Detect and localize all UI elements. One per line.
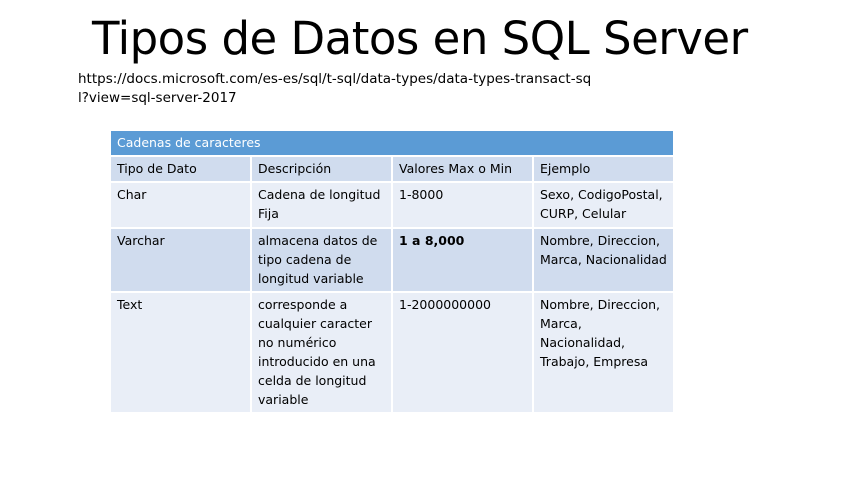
table-row: Char Cadena de longitud Fija 1-8000 Sexo… <box>109 181 676 229</box>
cell-ejemplo: Sexo, CodigoPostal, CURP, Celular <box>531 181 676 229</box>
cell-descripcion: Cadena de longitud Fija <box>250 181 393 229</box>
table-row: Text corresponde a cualquier caracter no… <box>109 291 676 414</box>
cell-descripcion: almacena datos de tipo cadena de longitu… <box>250 227 393 293</box>
reference-link[interactable]: https://docs.microsoft.com/es-es/sql/t-s… <box>78 70 598 108</box>
header-valores: Valores Max o Min <box>391 155 534 183</box>
header-tipo: Tipo de Dato <box>109 155 252 183</box>
table-caption: Cadenas de caracteres <box>108 129 676 157</box>
cell-ejemplo: Nombre, Direccion, Marca, Nacionalidad, … <box>531 291 676 414</box>
data-types-table: Cadenas de caracteres Tipo de Dato Descr… <box>108 129 676 414</box>
header-descripcion: Descripción <box>250 155 393 183</box>
table-row: Varchar almacena datos de tipo cadena de… <box>109 227 676 293</box>
header-ejemplo: Ejemplo <box>531 155 676 183</box>
cell-valores: 1 a 8,000 <box>391 227 534 293</box>
cell-ejemplo: Nombre, Direccion, Marca, Nacionalidad <box>531 227 676 293</box>
cell-tipo: Char <box>109 181 252 229</box>
cell-tipo: Varchar <box>109 227 252 293</box>
cell-valores: 1-8000 <box>391 181 534 229</box>
cell-descripcion: corresponde a cualquier caracter no numé… <box>250 291 393 414</box>
slide-title: Tipos de Datos en SQL Server <box>92 12 748 65</box>
table-caption-row: Cadenas de caracteres <box>108 129 676 157</box>
table-header-row: Tipo de Dato Descripción Valores Max o M… <box>109 155 676 183</box>
cell-valores: 1-2000000000 <box>391 291 534 414</box>
cell-tipo: Text <box>109 291 252 414</box>
cell-valores-bold: 1 a 8,000 <box>399 233 465 248</box>
